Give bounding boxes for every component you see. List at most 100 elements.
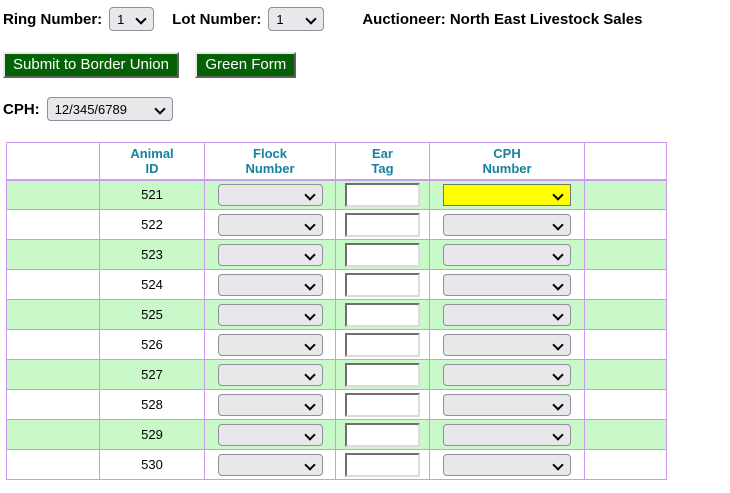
row-spacer-cell-left [7,390,100,420]
table-row: 522 [7,210,667,240]
ear-tag-input[interactable] [345,333,420,357]
flock-number-select[interactable] [218,304,323,326]
ear-tag-input[interactable] [345,423,420,447]
flock-number-select[interactable] [218,424,323,446]
row-spacer-cell-right [585,360,667,390]
ear-tag-input[interactable] [345,393,420,417]
cph-number-select[interactable] [443,394,571,416]
row-spacer-cell-right [585,330,667,360]
flock-number-select-wrap [218,214,323,236]
table-row: 528 [7,390,667,420]
table-row: 525 [7,300,667,330]
cph-number-cell [430,390,585,420]
row-spacer-cell-left [7,240,100,270]
cph-number-select[interactable] [443,304,571,326]
flock-number-select[interactable] [218,274,323,296]
ear-tag-cell [336,420,430,450]
ear-tag-input[interactable] [345,213,420,237]
table-row: 530 [7,450,667,480]
submit-border-union-button[interactable]: Submit to Border Union [3,52,179,78]
animal-table: Animal IDFlock NumberEar TagCPH Number 5… [6,142,667,480]
flock-number-select-wrap [218,274,323,296]
flock-number-cell [205,330,336,360]
animal-id-cell: 527 [100,360,205,390]
green-form-button[interactable]: Green Form [195,52,296,78]
cph-number-select[interactable] [443,184,571,206]
row-spacer-cell-left [7,450,100,480]
flock-number-cell [205,360,336,390]
ring-number-select[interactable]: 1 [109,7,154,31]
flock-number-select-wrap [218,424,323,446]
cph-number-select[interactable] [443,274,571,296]
lot-number-select[interactable]: 1 [268,7,324,31]
cph-number-select[interactable] [443,334,571,356]
flock-number-select[interactable] [218,244,323,266]
ear-tag-input[interactable] [345,363,420,387]
column-header-ear-tag: Ear Tag [336,143,430,180]
lot-number-select-wrap: 1 [268,7,324,31]
flock-number-select[interactable] [218,364,323,386]
cph-number-select[interactable] [443,214,571,236]
flock-number-cell [205,390,336,420]
ear-tag-cell [336,390,430,420]
column-header-spacer-5 [585,143,667,180]
cph-select-wrap: 12/345/6789 [47,97,173,121]
cph-number-select-wrap [443,184,571,206]
row-spacer-cell-left [7,300,100,330]
flock-number-select[interactable] [218,454,323,476]
row-spacer-cell-left [7,270,100,300]
ear-tag-input[interactable] [345,273,420,297]
cph-number-cell [430,420,585,450]
table-row: 521 [7,180,667,210]
topbar: Ring Number: 1 Lot Number: 1 Auctioneer:… [3,7,730,31]
flock-number-select-wrap [218,184,323,206]
table-row: 526 [7,330,667,360]
row-spacer-cell-right [585,390,667,420]
animal-id-cell: 526 [100,330,205,360]
flock-number-select[interactable] [218,184,323,206]
row-spacer-cell-left [7,360,100,390]
cph-number-select[interactable] [443,454,571,476]
flock-number-select[interactable] [218,394,323,416]
flock-number-cell [205,240,336,270]
ear-tag-input[interactable] [345,183,420,207]
cph-number-select-wrap [443,304,571,326]
cph-number-cell [430,360,585,390]
row-spacer-cell-right [585,300,667,330]
flock-number-select-wrap [218,334,323,356]
cph-bar: CPH: 12/345/6789 [3,97,730,121]
flock-number-select-wrap [218,394,323,416]
cph-main-select[interactable]: 12/345/6789 [47,97,173,121]
table-row: 527 [7,360,667,390]
ear-tag-input[interactable] [345,453,420,477]
animal-id-cell: 529 [100,420,205,450]
row-spacer-cell-left [7,210,100,240]
cph-number-select[interactable] [443,424,571,446]
ear-tag-cell [336,360,430,390]
cph-number-cell [430,180,585,210]
cph-number-select[interactable] [443,244,571,266]
row-spacer-cell-right [585,450,667,480]
flock-number-select[interactable] [218,334,323,356]
row-spacer-cell-left [7,420,100,450]
ear-tag-input[interactable] [345,243,420,267]
row-spacer-cell-right [585,420,667,450]
flock-number-cell [205,300,336,330]
flock-number-select[interactable] [218,214,323,236]
flock-number-cell [205,270,336,300]
ear-tag-cell [336,450,430,480]
ring-number-select-wrap: 1 [109,7,154,31]
cph-number-cell [430,450,585,480]
row-spacer-cell-left [7,330,100,360]
action-buttons: Submit to Border Union Green Form [3,52,730,78]
animal-id-cell: 524 [100,270,205,300]
row-spacer-cell-right [585,180,667,210]
flock-number-cell [205,450,336,480]
ear-tag-cell [336,300,430,330]
cph-number-select[interactable] [443,364,571,386]
ear-tag-input[interactable] [345,303,420,327]
ear-tag-cell [336,180,430,210]
flock-number-cell [205,180,336,210]
cph-number-select-wrap [443,274,571,296]
ring-number-label: Ring Number: [3,11,102,28]
